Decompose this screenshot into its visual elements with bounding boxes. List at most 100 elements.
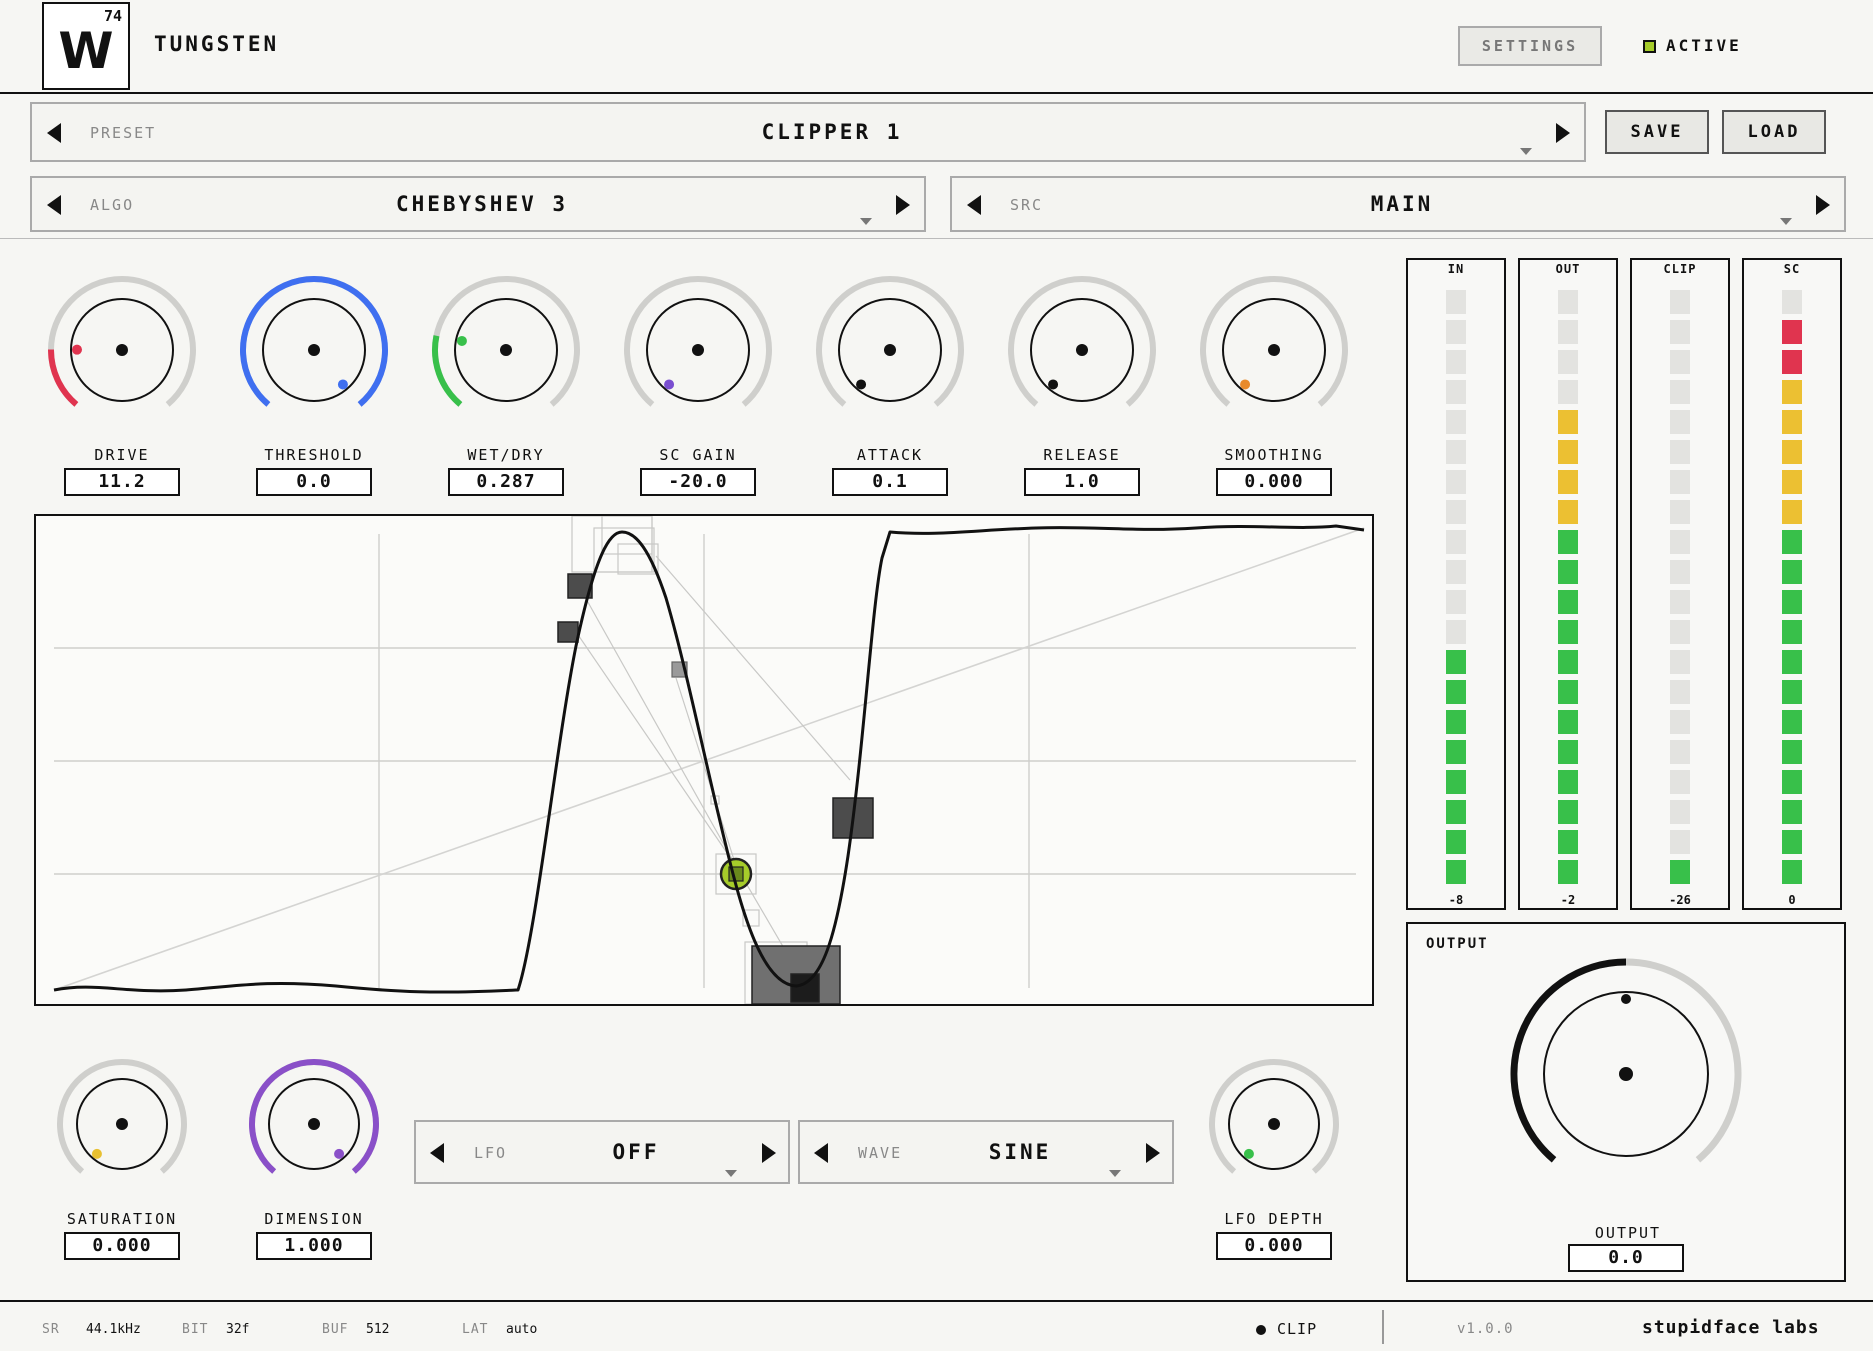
meter-segment [1558,710,1578,734]
wave-selector[interactable]: WAVE SINE [798,1120,1174,1184]
release-knob[interactable] [1001,269,1163,431]
lfo-prev-icon[interactable] [430,1143,444,1163]
lfo-value: OFF [612,1140,660,1164]
smoothing-label: SMOOTHING [1224,446,1324,464]
release-label: RELEASE [1043,446,1121,464]
save-button[interactable]: SAVE [1605,110,1709,154]
load-button[interactable]: LOAD [1722,110,1826,154]
preset-next-icon[interactable] [1556,123,1570,143]
meter-out-value: -2 [1560,893,1576,907]
dimension-label: DIMENSION [264,1210,364,1228]
preset-dropdown-icon[interactable] [1520,148,1532,155]
meter-segment [1446,620,1466,644]
threshold-value[interactable]: 0.0 [256,468,372,496]
transfer-curve-svg[interactable] [36,515,1372,1005]
meter-segment [1782,620,1802,644]
release-value[interactable]: 1.0 [1024,468,1140,496]
clip-indicator[interactable]: CLIP [1277,1320,1317,1338]
meter-segment [1782,590,1802,614]
drive-value[interactable]: 11.2 [64,468,180,496]
wave-next-icon[interactable] [1146,1143,1160,1163]
meter-segment [1558,620,1578,644]
wet-dry-knob[interactable] [425,269,587,431]
meter-segment [1558,470,1578,494]
lfo-next-icon[interactable] [762,1143,776,1163]
wave-value: SINE [988,1140,1052,1164]
algo-dropdown-icon[interactable] [860,218,872,225]
meter-segment [1558,860,1578,884]
meter-segment [1670,350,1690,374]
app-title: TUNGSTEN [154,32,280,56]
smoothing-value[interactable]: 0.000 [1216,468,1332,496]
logo-symbol: W [58,22,114,80]
wave-prev-icon[interactable] [814,1143,828,1163]
clip-dot-icon [1256,1325,1266,1335]
output-knob[interactable] [1506,952,1746,1192]
dimension-knob-pointer [334,1148,345,1159]
lfo-selector[interactable]: LFO OFF [414,1120,790,1184]
lat-value: auto [506,1322,538,1337]
meter-segment [1446,410,1466,434]
output-panel-title: OUTPUT [1426,936,1489,952]
src-next-icon[interactable] [1816,195,1830,215]
meter-segment [1446,500,1466,524]
wave-dropdown-icon[interactable] [1109,1170,1121,1177]
lfo-depth-value[interactable]: 0.000 [1216,1232,1332,1260]
meter-segment [1670,860,1690,884]
meter-segment [1782,710,1802,734]
drive-knob-pointer [72,344,83,355]
transfer-curve-graph[interactable] [34,514,1374,1006]
meter-sc: SC 0 [1742,258,1842,910]
meter-segment [1670,440,1690,464]
saturation-value[interactable]: 0.000 [64,1232,180,1260]
algo-selector[interactable]: ALGO CHEBYSHEV 3 [30,176,926,232]
wet-dry-value[interactable]: 0.287 [448,468,564,496]
algo-prev-icon[interactable] [47,195,61,215]
meter-segment [1670,560,1690,584]
lfo-dropdown-icon[interactable] [725,1170,737,1177]
lfo-label: LFO [474,1144,508,1162]
src-dropdown-icon[interactable] [1780,218,1792,225]
output-value[interactable]: 0.0 [1568,1244,1684,1272]
meter-out: OUT -2 [1518,258,1618,910]
output-label: OUTPUT [1594,1224,1662,1242]
smoothing-knob[interactable] [1193,269,1355,431]
dimension-value[interactable]: 1.000 [256,1232,372,1260]
sc-gain-label: SC GAIN [659,446,737,464]
meter-segment [1446,830,1466,854]
meter-sc-value: 0 [1788,893,1796,907]
meter-segment [1558,740,1578,764]
meter-segment [1446,680,1466,704]
saturation-knob[interactable] [50,1052,194,1196]
version-text: v1.0.0 [1457,1321,1514,1337]
threshold-knob[interactable] [233,269,395,431]
drive-knob[interactable] [41,269,203,431]
preset-prev-icon[interactable] [47,123,61,143]
meter-segment [1670,620,1690,644]
attack-knob[interactable] [809,269,971,431]
src-selector[interactable]: SRC MAIN [950,176,1846,232]
meter-segment [1558,830,1578,854]
src-prev-icon[interactable] [967,195,981,215]
meter-segment [1782,680,1802,704]
attack-value[interactable]: 0.1 [832,468,948,496]
meter-clip-label: CLIP [1663,262,1697,276]
meter-segment [1558,320,1578,344]
saturation-knob-pointer [91,1148,102,1159]
footer-separator [1382,1310,1384,1344]
meter-segment [1446,530,1466,554]
logo: 74 W [42,2,130,90]
sc-gain-knob[interactable] [617,269,779,431]
settings-button[interactable]: SETTINGS [1458,26,1602,66]
meter-segment [1446,290,1466,314]
meter-segment [1670,650,1690,674]
active-indicator-icon[interactable] [1643,40,1656,53]
meter-in-value: -8 [1448,893,1464,907]
dimension-knob[interactable] [242,1052,386,1196]
lfo-depth-knob[interactable] [1202,1052,1346,1196]
preset-selector[interactable]: PRESET CLIPPER 1 [30,102,1586,162]
meter-segment [1670,320,1690,344]
algo-next-icon[interactable] [896,195,910,215]
sc-gain-value[interactable]: -20.0 [640,468,756,496]
meter-out-label: OUT [1555,262,1581,276]
